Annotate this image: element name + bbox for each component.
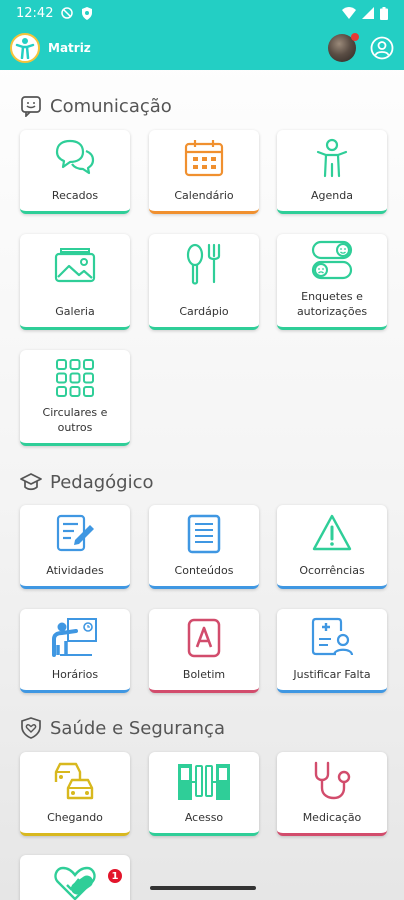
message-square-icon [21, 96, 41, 117]
shield-icon [82, 6, 93, 20]
section-title-label: Saúde e Segurança [50, 717, 225, 739]
signal-icon [362, 7, 374, 19]
teacher-board-icon [52, 618, 97, 657]
section-title-label: Comunicação [50, 95, 172, 117]
card-chegando[interactable]: Chegando [20, 752, 130, 836]
card-recados[interactable]: Recados [20, 130, 130, 214]
card-label: Ocorrências [299, 564, 365, 577]
dnd-icon [61, 7, 74, 19]
card-label: Recados [51, 189, 99, 202]
card-cardapio[interactable]: Cardápio [149, 234, 259, 330]
turnstile-icon [178, 764, 230, 800]
profile-icon[interactable] [370, 36, 394, 60]
home-indicator[interactable] [150, 886, 256, 890]
cars-icon [54, 762, 94, 800]
card-horarios[interactable]: Horários [20, 609, 130, 693]
poll-toggle-icon [311, 240, 353, 280]
card-label: Galeria [55, 305, 95, 318]
card-medicacao[interactable]: Medicação [277, 752, 387, 836]
card-label: Medicação [302, 811, 362, 824]
calendar-icon [184, 140, 224, 177]
card-label: Atividades [46, 564, 104, 577]
card-circulares[interactable]: Circulares e outros [20, 350, 130, 446]
avatar[interactable] [328, 33, 359, 62]
child-logo-icon [15, 38, 35, 59]
report-card-icon [187, 618, 221, 658]
content-list-icon [187, 514, 221, 554]
card-label: Boletim [182, 668, 226, 681]
status-time: 12:42 [16, 5, 54, 21]
stethoscope-icon [314, 761, 351, 800]
section-title-pedagogico: Pedagógico [20, 471, 154, 493]
cutlery-icon [186, 243, 221, 285]
gallery-icon [54, 248, 96, 283]
card-label: Calendário [174, 189, 234, 202]
card-label: Conteúdos [174, 564, 234, 577]
card-justificar-falta[interactable]: Justificar Falta [277, 609, 387, 693]
section-title-label: Pedagógico [50, 471, 154, 493]
card-agenda[interactable]: Agenda [277, 130, 387, 214]
wifi-icon [342, 7, 356, 19]
card-boletim[interactable]: Boletim [149, 609, 259, 693]
card-label: Chegando [47, 811, 103, 824]
card-label: Agenda [311, 189, 353, 202]
card-ocorrencias[interactable]: Ocorrências [277, 505, 387, 589]
card-label: Circulares e outros [42, 406, 108, 434]
card-label: Acesso [184, 811, 224, 824]
card-calendario[interactable]: Calendário [149, 130, 259, 214]
card-enquetes[interactable]: Enquetes e autorizações [277, 234, 387, 330]
card-saude-extra[interactable]: 1 [20, 855, 130, 900]
card-galeria[interactable]: Galeria [20, 234, 130, 330]
app-logo [10, 33, 40, 63]
app-bar: Matriz [0, 26, 404, 70]
notification-dot [351, 33, 359, 41]
card-label: Cardápio [179, 305, 229, 318]
child-icon [316, 138, 348, 178]
app-title: Matriz [48, 41, 91, 55]
section-title-saude: Saúde e Segurança [20, 717, 225, 739]
justify-absence-icon [311, 617, 354, 656]
warning-icon [312, 514, 352, 551]
card-atividades[interactable]: Atividades [20, 505, 130, 589]
grid-icon [56, 359, 94, 397]
health-pill-icon [54, 866, 96, 900]
chat-icon [55, 139, 95, 175]
edit-document-icon [56, 514, 94, 552]
section-title-comunicacao: Comunicação [20, 95, 172, 117]
card-conteudos[interactable]: Conteúdos [149, 505, 259, 589]
card-label: Horários [51, 668, 99, 681]
notification-badge: 1 [106, 867, 124, 885]
shield-heart-icon [21, 717, 41, 739]
battery-icon [380, 6, 388, 20]
card-label: Justificar Falta [293, 668, 371, 681]
card-acesso[interactable]: Acesso [149, 752, 259, 836]
status-bar: 12:42 [0, 0, 404, 26]
card-label: Enquetes e autorizações [296, 290, 368, 318]
graduation-cap-icon [20, 473, 42, 491]
